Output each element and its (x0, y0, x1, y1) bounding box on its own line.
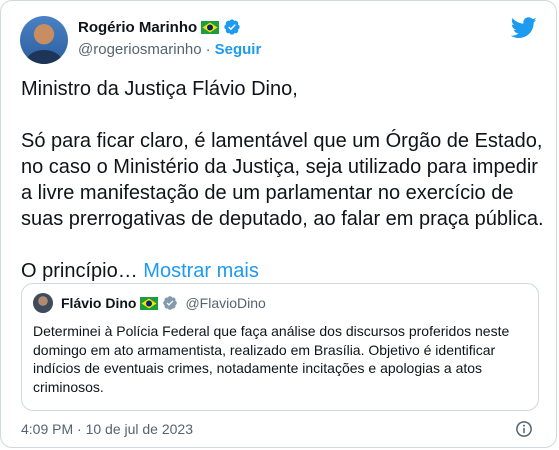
author-avatar[interactable] (20, 16, 68, 64)
author-name-row[interactable]: Rogério Marinho (78, 18, 241, 36)
author-handle-row: @rogeriosmarinho · Seguir (78, 41, 261, 58)
follow-button[interactable]: Seguir (215, 41, 262, 58)
tweet-paragraph: Ministro da Justiça Flávio Dino, (21, 78, 298, 100)
author-name[interactable]: Rogério Marinho (78, 19, 197, 36)
tweet-body: Ministro da Justiça Flávio Dino, Só para… (21, 76, 546, 310)
tweet-truncated-text: O princípio… (21, 260, 138, 282)
tweet-truncated-line: O princípio… Mostrar mais (21, 258, 546, 284)
author-handle[interactable]: @rogeriosmarinho (78, 41, 202, 58)
separator-dot: · (205, 41, 211, 58)
quoted-author-row: Flávio Dino @FlavioDino (61, 295, 266, 311)
quoted-author-handle: @FlavioDino (185, 295, 266, 311)
quoted-tweet[interactable]: Flávio Dino @FlavioDino Determinei à Pol… (21, 283, 539, 411)
quoted-tweet-text: Determinei à Polícia Federal que faça an… (33, 323, 510, 395)
brazil-flag-icon (201, 20, 220, 34)
brazil-flag-icon (140, 296, 159, 310)
quoted-author-name: Flávio Dino (61, 295, 137, 311)
tweet-paragraph: Só para ficar claro, é lamentável que um… (21, 130, 544, 230)
verified-badge-icon (224, 19, 240, 35)
tweet-timestamp[interactable]: 4:09 PM · 10 de jul de 2023 (21, 421, 193, 437)
verified-badge-icon (163, 296, 178, 310)
tweet-card: Rogério Marinho @rogeriosmarinho · Seguir … (0, 0, 557, 448)
twitter-bird-icon[interactable] (511, 17, 537, 39)
show-more-link[interactable]: Mostrar mais (143, 260, 259, 282)
info-icon[interactable] (515, 420, 533, 438)
quoted-author-avatar (33, 293, 53, 313)
